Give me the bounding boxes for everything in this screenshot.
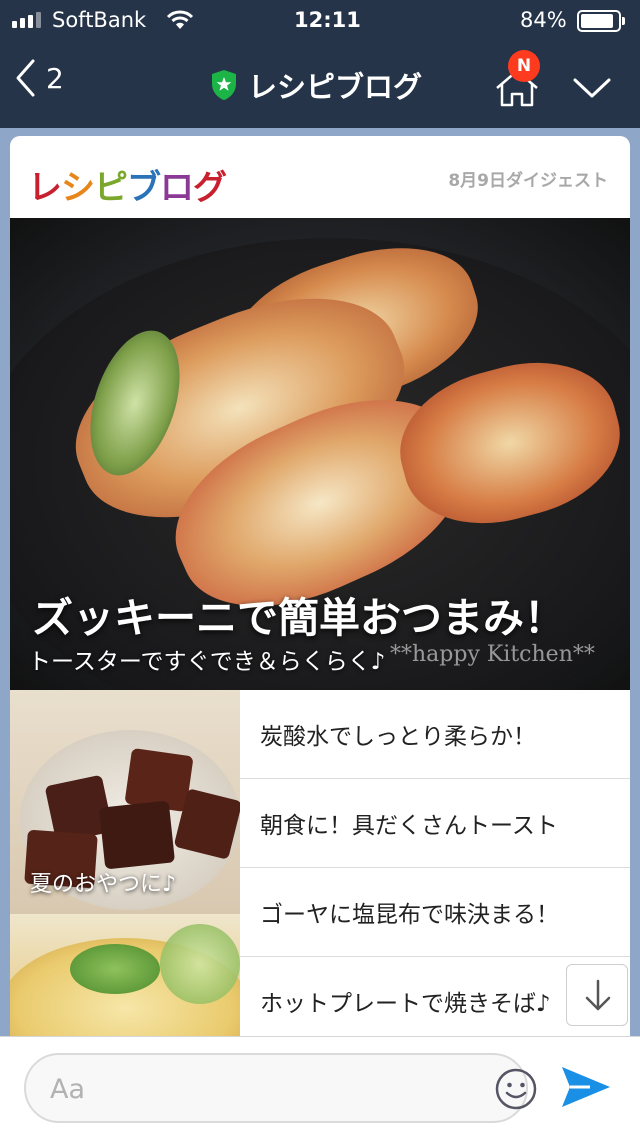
scroll-to-bottom-button[interactable] <box>566 964 628 1026</box>
arrow-down-icon <box>585 979 611 1011</box>
message-input[interactable] <box>50 1067 450 1111</box>
photo-watermark: **happy Kitchen** <box>390 642 595 667</box>
unread-count: 2 <box>46 61 64 95</box>
list-item[interactable]: ゴーヤに塩昆布で味決まる！ <box>240 868 630 957</box>
list-item[interactable]: 炭酸水でしっとり柔らか！ <box>240 690 630 779</box>
official-account-shield-icon <box>212 70 236 100</box>
wifi-icon <box>166 10 194 29</box>
top-bar: SoftBank 12:11 84% 2 レシピブログ N <box>0 0 640 128</box>
digest-date: 8月9日ダイジェスト <box>448 171 608 191</box>
back-button[interactable]: 2 <box>14 58 64 98</box>
chevron-left-icon <box>16 59 35 97</box>
thumbnail-noodles[interactable] <box>10 914 240 1036</box>
send-icon[interactable] <box>560 1063 612 1111</box>
chat-header: 2 レシピブログ N <box>0 42 640 128</box>
hero-image-link[interactable]: ズッキーニで簡単おつまみ！ トースターですぐでき＆らくらく♪ **happy K… <box>10 218 630 690</box>
chat-title-text: レシピブログ <box>248 70 423 104</box>
rich-message-card[interactable]: レシピブログ 8月9日ダイジェスト ズッキーニで簡単おつまみ！ トースターですぐ… <box>10 136 630 1036</box>
thumbnail-jelly[interactable]: 夏のおやつに♪ <box>10 690 240 914</box>
hero-title: ズッキーニで簡単おつまみ！ <box>32 594 565 642</box>
signal-icon <box>12 12 41 28</box>
battery-percent: 84% <box>520 8 567 32</box>
clock: 12:11 <box>294 8 361 32</box>
jelly-cube-image <box>98 800 176 870</box>
chat-title: レシピブログ <box>210 64 422 106</box>
carrier-label: SoftBank <box>52 8 147 32</box>
battery-icon <box>577 10 625 32</box>
status-bar: SoftBank 12:11 84% <box>0 0 640 42</box>
message-field-container <box>24 1053 537 1123</box>
emoji-icon[interactable] <box>494 1067 538 1111</box>
thumbnail-caption: 夏のおやつに♪ <box>30 872 177 897</box>
green-onion-image <box>70 944 160 994</box>
recipe-blog-logo: レシピブログ <box>28 168 227 208</box>
list-item[interactable]: 朝食に！具だくさんトースト <box>240 779 630 868</box>
message-input-bar <box>0 1036 640 1136</box>
chevron-down-icon[interactable] <box>572 76 612 100</box>
sprouts-image <box>160 924 240 1004</box>
card-header: レシピブログ 8月9日ダイジェスト <box>10 136 630 218</box>
hero-subtitle: トースターですぐでき＆らくらく♪ <box>28 649 386 675</box>
notification-badge: N <box>508 50 540 82</box>
